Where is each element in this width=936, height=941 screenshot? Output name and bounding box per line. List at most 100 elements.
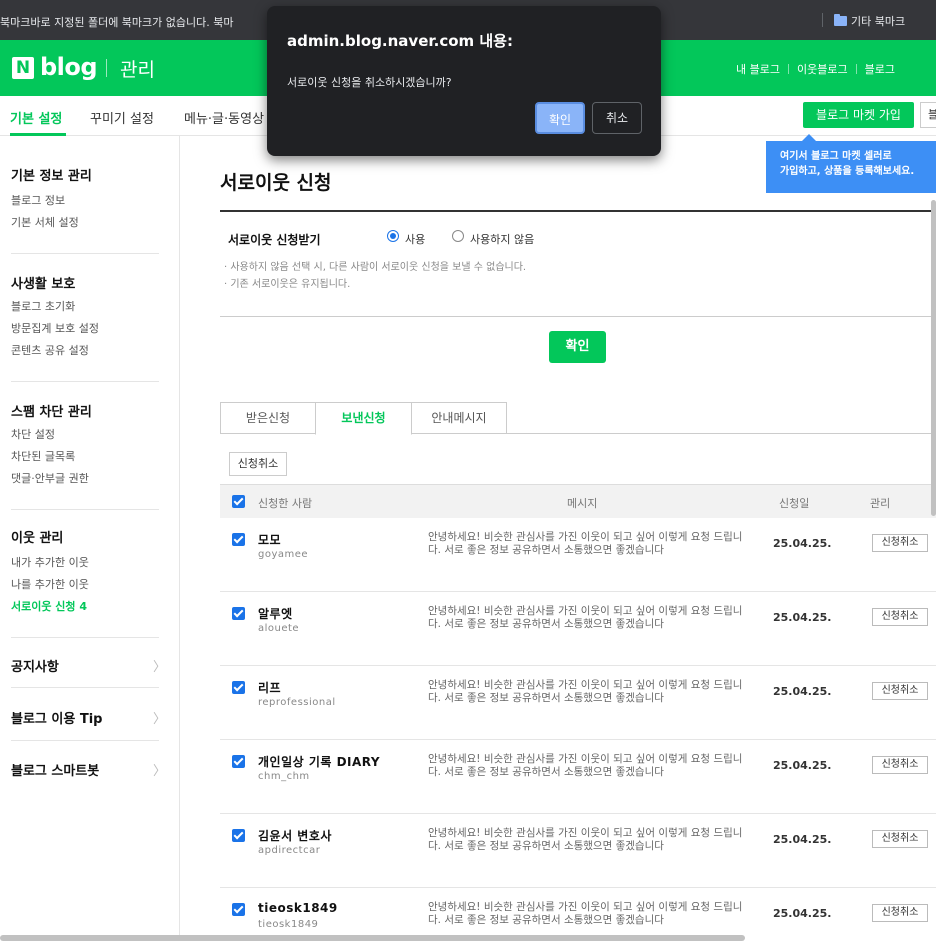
row-checkbox[interactable] (232, 903, 245, 916)
sidebar-divider (11, 637, 159, 638)
requester-name: 알루엣 (258, 607, 293, 621)
requester-name: 모모 (258, 533, 282, 547)
tab-basic-settings[interactable]: 기본 설정 (10, 108, 62, 127)
sidebar-item-followers[interactable]: 나를 추가한 이웃 (11, 576, 89, 592)
table-row: 알루엣 alouete 안녕하세요! 비슷한 관심사를 가진 이웃이 되고 싶어… (220, 592, 936, 666)
requester-name: tieosk1849 (258, 901, 338, 915)
header-manage: 관리 (870, 497, 891, 510)
other-bookmarks-label: 기타 북마크 (851, 15, 906, 28)
request-date: 25.04.25. (773, 833, 832, 846)
chevron-right-icon: 〉 (153, 660, 167, 675)
tab-guide-message[interactable]: 안내메시지 (411, 402, 507, 434)
sidebar-section-spam: 스팸 차단 관리 (11, 405, 92, 420)
sidebar-item-blog-info[interactable]: 블로그 정보 (11, 192, 65, 208)
requester-name: 리프 (258, 681, 282, 695)
sidebar-item-mutual-requests[interactable]: 서로이웃 신청 4 (11, 598, 87, 614)
row-checkbox[interactable] (232, 533, 245, 546)
radio-use[interactable] (387, 230, 399, 242)
blog-logo[interactable]: blog (40, 53, 98, 81)
dialog-cancel-button[interactable]: 취소 (592, 102, 642, 134)
select-all-checkbox[interactable] (232, 495, 245, 508)
request-date: 25.04.25. (773, 611, 832, 624)
confirm-button[interactable]: 확인 (549, 331, 606, 363)
row-checkbox[interactable] (232, 829, 245, 842)
header-link-neighbor-blog[interactable]: 이웃블로그 (797, 63, 848, 76)
tab-menu-post-video[interactable]: 메뉴·글·동영상 (184, 108, 264, 127)
vertical-scrollbar[interactable] (931, 200, 936, 516)
header-edge-button[interactable]: 블 (920, 102, 936, 128)
sidebar-section-privacy: 사생활 보호 (11, 277, 76, 292)
confirm-dialog: admin.blog.naver.com 내용: 서로이웃 신청을 취소하시겠습… (267, 6, 661, 156)
row-cancel-button[interactable]: 신청취소 (872, 534, 928, 552)
notice-text-2: · 기존 서로이웃은 유지됩니다. (224, 279, 351, 290)
radio-use-label[interactable]: 사용 (405, 231, 425, 247)
header-divider (106, 59, 107, 77)
sidebar-item-blocked-posts[interactable]: 차단된 글목록 (11, 448, 75, 464)
sidebar-divider (11, 687, 159, 688)
request-message: 안녕하세요! 비슷한 관심사를 가진 이웃이 되고 싶어 이렇게 요청 드립니다… (428, 901, 743, 926)
requester-id: apdirectcar (258, 845, 321, 856)
requester-id: chm_chm (258, 771, 310, 782)
sidebar-item-my-neighbors[interactable]: 내가 추가한 이웃 (11, 554, 89, 570)
dialog-ok-button[interactable]: 확인 (535, 102, 585, 134)
horizontal-scrollbar[interactable] (0, 935, 745, 941)
requester-id: reprofessional (258, 697, 336, 708)
naver-logo-icon[interactable]: N (12, 57, 34, 79)
sidebar-item-font-settings[interactable]: 기본 서체 설정 (11, 214, 79, 230)
sidebar-link-smartbot[interactable]: 블로그 스마트봇 (11, 760, 99, 779)
section-rule (220, 316, 936, 317)
row-cancel-button[interactable]: 신청취소 (872, 608, 928, 626)
request-message: 안녕하세요! 비슷한 관심사를 가진 이웃이 되고 싶어 이렇게 요청 드립니다… (428, 531, 743, 556)
sidebar-link-notices[interactable]: 공지사항 (11, 656, 59, 675)
radio-unused-label[interactable]: 사용하지 않음 (470, 231, 534, 247)
notice-text-1: · 사용하지 않음 선택 시, 다른 사람이 서로이웃 신청을 보낼 수 없습니… (224, 262, 527, 273)
sidebar-divider (11, 381, 159, 382)
sidebar-divider (11, 509, 159, 510)
other-bookmarks-button[interactable]: 기타 북마크 (834, 13, 905, 29)
tab-sent-requests[interactable]: 보낸신청 (315, 402, 412, 435)
row-checkbox[interactable] (232, 755, 245, 768)
request-date: 25.04.25. (773, 907, 832, 920)
dialog-title: admin.blog.naver.com 내용: (287, 32, 513, 50)
requester-id: goyamee (258, 549, 309, 560)
sidebar-item-visit-protect[interactable]: 방문집계 보호 설정 (11, 320, 99, 336)
tab-received-requests[interactable]: 받은신청 (220, 402, 316, 434)
row-checkbox[interactable] (232, 681, 245, 694)
sidebar-section-neighbors: 이웃 관리 (11, 531, 64, 546)
sidebar-item-comment-permission[interactable]: 댓글·안부글 권한 (11, 470, 89, 486)
requester-id: tieosk1849 (258, 919, 319, 930)
sidebar-link-tips[interactable]: 블로그 이용 Tip (11, 708, 102, 727)
sidebar-item-blog-reset[interactable]: 블로그 초기화 (11, 298, 75, 314)
row-cancel-button[interactable]: 신청취소 (872, 830, 928, 848)
page-title: 서로이웃 신청 (220, 172, 332, 194)
sidebar-item-content-share[interactable]: 콘텐츠 공유 설정 (11, 342, 89, 358)
row-checkbox[interactable] (232, 607, 245, 620)
sidebar-section-basic-info: 기본 정보 관리 (11, 169, 92, 184)
blog-market-join-button[interactable]: 블로그 마켓 가입 (803, 102, 914, 128)
requester-id: alouete (258, 623, 300, 634)
table-row: 모모 goyamee 안녕하세요! 비슷한 관심사를 가진 이웃이 되고 싶어 … (220, 518, 936, 592)
row-cancel-button[interactable]: 신청취소 (872, 682, 928, 700)
header-link-my-blog[interactable]: 내 블로그 (736, 63, 780, 76)
cancel-requests-button[interactable]: 신청취소 (229, 452, 287, 476)
table-header: 신청한 사람 메시지 신청일 관리 (220, 484, 936, 518)
bookmark-empty-message: 북마크바로 지정된 폴더에 북마크가 없습니다. 북마 (0, 16, 234, 29)
row-cancel-button[interactable]: 신청취소 (872, 756, 928, 774)
table-row: 김윤서 변호사 apdirectcar 안녕하세요! 비슷한 관심사를 가진 이… (220, 814, 936, 888)
chevron-right-icon: 〉 (153, 712, 167, 727)
radio-unused[interactable] (452, 230, 464, 242)
header-date: 신청일 (779, 497, 810, 510)
dialog-message: 서로이웃 신청을 취소하시겠습니까? (287, 76, 452, 89)
row-cancel-button[interactable]: 신청취소 (872, 904, 928, 922)
request-date: 25.04.25. (773, 759, 832, 772)
bookmark-separator (822, 13, 823, 27)
header-link-blog-home[interactable]: 블로그 (865, 63, 895, 76)
folder-icon (834, 14, 847, 26)
tab-decoration-settings[interactable]: 꾸미기 설정 (90, 108, 154, 127)
requester-name: 개인일상 기록 DIARY (258, 755, 381, 769)
chevron-right-icon: 〉 (153, 764, 167, 779)
request-message: 안녕하세요! 비슷한 관심사를 가진 이웃이 되고 싶어 이렇게 요청 드립니다… (428, 605, 743, 630)
manage-title[interactable]: 관리 (120, 55, 155, 82)
sidebar-item-block-settings[interactable]: 차단 설정 (11, 426, 55, 442)
header-links: 내 블로그 이웃블로그 블로그 (736, 61, 903, 77)
